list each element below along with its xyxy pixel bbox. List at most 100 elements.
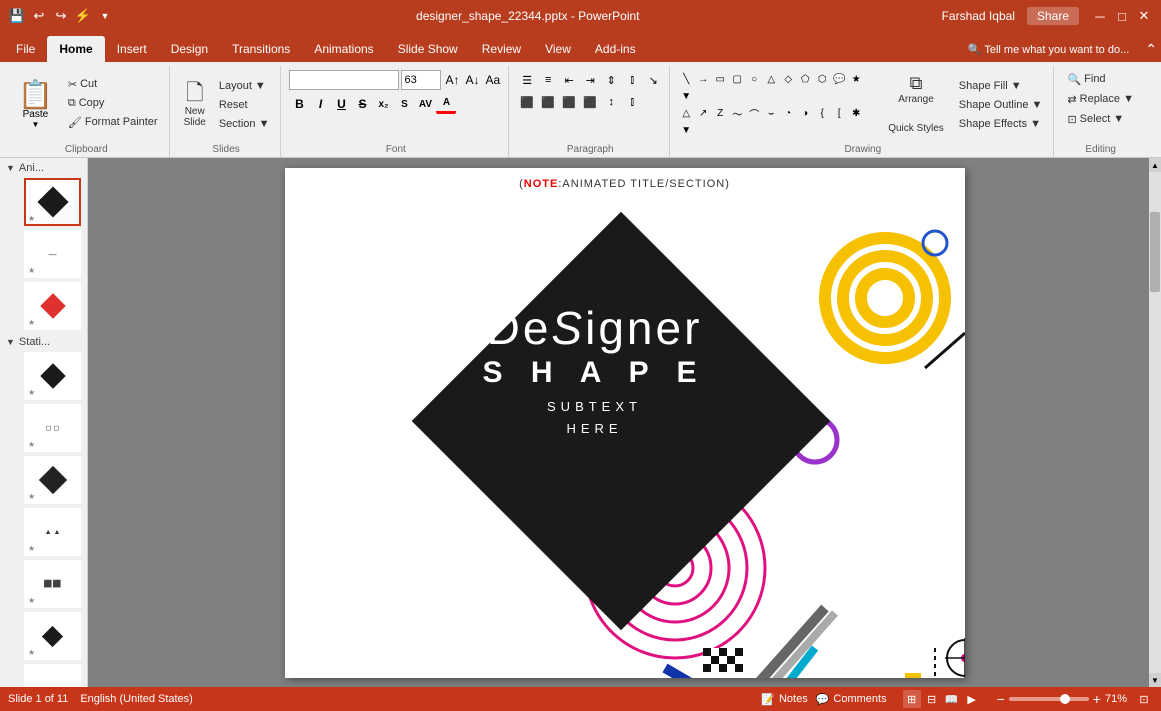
font-name-input[interactable] [289,70,399,90]
tab-animations[interactable]: Animations [302,36,385,62]
format-painter-button[interactable]: 🖌 Format Painter [63,113,163,131]
fit-window-button[interactable]: ⊡ [1135,690,1153,708]
shape-more-icon[interactable]: ▼ [678,89,694,105]
normal-view-button[interactable]: ⊞ [903,690,921,708]
user-name[interactable]: Farshad Iqbal [942,9,1015,23]
collapse-ribbon-icon[interactable]: ⌃ [1145,41,1157,58]
close-button[interactable]: ✕ [1135,7,1153,25]
tab-addins[interactable]: Add-ins [583,36,648,62]
italic-button[interactable]: I [310,94,330,114]
shape-triangle-icon[interactable]: △ [763,72,779,88]
slide-thumb-3[interactable]: ★ [24,282,81,330]
tab-slideshow[interactable]: Slide Show [386,36,470,62]
slide-thumb-1[interactable]: ★ [24,178,81,226]
help-search-icon[interactable]: 🔍 Tell me what you want to do... [968,43,1129,56]
shape-line-icon[interactable]: ╲ [678,72,694,88]
scroll-thumb[interactable] [1150,212,1160,292]
tab-review[interactable]: Review [470,36,533,62]
align-left-button[interactable]: ⬛ [517,92,537,112]
justify-button[interactable]: ⬛ [580,92,600,112]
section-stati[interactable]: ▼ Stati... [0,332,87,350]
shape-callout-icon[interactable]: 💬 [831,72,847,88]
shape-custom-icon[interactable]: ✱ [848,106,864,122]
shape-outline-button[interactable]: Shape Outline ▼ [954,96,1048,114]
paste-dropdown-icon[interactable]: ▼ [31,120,39,129]
minimize-button[interactable]: ─ [1091,7,1109,25]
align-center-button[interactable]: ⬛ [538,92,558,112]
shape-snake-icon[interactable]: 〜 [729,106,745,122]
slide-thumb-5[interactable]: ◻ ◻ ★ [24,404,81,452]
tab-design[interactable]: Design [159,36,220,62]
align-right-button[interactable]: ⬛ [559,92,579,112]
columns-button[interactable]: ⫾ [622,70,642,90]
subscript-button[interactable]: x₂ [373,94,393,114]
slide-thumb-10[interactable]: ═══ ★ [24,664,81,687]
save-icon[interactable]: 💾 [8,7,26,25]
shape-star-icon[interactable]: ★ [848,72,864,88]
text-direction-button[interactable]: ⇕ [601,70,621,90]
share-button[interactable]: Share [1027,7,1079,25]
redo-icon[interactable]: ↪ [52,7,70,25]
shape-arc-icon[interactable]: ⌣ [763,106,779,122]
slideshow-button[interactable]: ▶ [963,690,981,708]
tab-file[interactable]: File [4,36,47,62]
layout-button[interactable]: Layout ▼ [214,77,275,95]
slide-thumb-6[interactable]: ★ [24,456,81,504]
shape-fill-button[interactable]: Shape Fill ▼ [954,77,1048,95]
customize-icon[interactable]: ⚡ [74,7,92,25]
shape-brace-icon[interactable]: { [814,106,830,122]
find-button[interactable]: 🔍 Find [1062,70,1139,88]
slide-sorter-button[interactable]: ⊟ [923,690,941,708]
shape-oval-icon[interactable]: ○ [746,72,762,88]
shape-pie-icon[interactable]: ◔ [780,106,796,122]
slide-thumb-8[interactable]: ⬛⬛ ★ [24,560,81,608]
copy-button[interactable]: ⧉ Copy [63,94,163,112]
undo-icon[interactable]: ↩ [30,7,48,25]
tab-transitions[interactable]: Transitions [220,36,302,62]
zoom-in-button[interactable]: + [1093,691,1101,707]
slide-thumb-9[interactable]: ★ [24,612,81,660]
shape-iso-icon[interactable]: △ [678,106,694,122]
shape-chord-icon[interactable]: ◑ [797,106,813,122]
title-bar-right-controls[interactable]: Farshad Iqbal Share ─ □ ✕ [942,7,1153,25]
para-more-button[interactable]: ↘ [643,70,663,90]
col-button2[interactable]: ⫾ [622,92,642,112]
decrease-indent-button[interactable]: ⇤ [559,70,579,90]
new-slide-button[interactable]: 🗋 NewSlide [178,78,212,132]
font-spacing-button[interactable]: AV [415,94,435,114]
scroll-down-button[interactable]: ▼ [1149,673,1161,687]
increase-font-button[interactable]: A↑ [443,73,461,87]
section-ani[interactable]: ▼ Ani... [0,158,87,176]
slide-thumb-7[interactable]: ▲ ▲ ★ [24,508,81,556]
increase-indent-button[interactable]: ⇥ [580,70,600,90]
bullets-button[interactable]: ☰ [517,70,537,90]
zoom-level[interactable]: 71% [1105,693,1127,705]
reset-button[interactable]: Reset [214,96,275,114]
shadow-button[interactable]: S [394,94,414,114]
shape-z-icon[interactable]: Z [712,106,728,122]
replace-button[interactable]: ⇄ Replace ▼ [1062,90,1139,108]
shape-effects-button[interactable]: Shape Effects ▼ [954,115,1048,133]
shape-hexagon-icon[interactable]: ⬡ [814,72,830,88]
shape-pentagon-icon[interactable]: ⬠ [797,72,813,88]
paste-button[interactable]: 📋 Paste ▼ [10,75,61,135]
arrange-button[interactable]: ⧉ Arrange [892,67,940,112]
font-color-button[interactable]: A [436,94,456,114]
dropdown-icon[interactable]: ▼ [96,7,114,25]
shape-rect-icon[interactable]: ▭ [712,72,728,88]
zoom-out-button[interactable]: − [997,691,1005,707]
font-size-input[interactable] [401,70,441,90]
shape-bracket-icon[interactable]: [ [831,106,847,122]
shape-grid-more-icon[interactable]: ▼ [678,123,694,139]
shape-curve-icon[interactable]: ⌒ [746,106,762,122]
title-bar-left-controls[interactable]: 💾 ↩ ↪ ⚡ ▼ [8,7,114,25]
shape-rounded-icon[interactable]: ▢ [729,72,745,88]
tab-view[interactable]: View [533,36,583,62]
shape-bent-icon[interactable]: ↗ [695,106,711,122]
slide-thumb-2[interactable]: — ★ [24,230,81,278]
vertical-scrollbar[interactable]: ▲ ▼ [1149,158,1161,687]
slide-canvas[interactable]: (NOTE:ANIMATED TITLE/SECTION) ✕ [285,168,965,678]
line-spacing-button[interactable]: ↕ [601,92,621,112]
clear-format-button[interactable]: Aa [484,73,503,87]
shape-diamond-icon[interactable]: ◇ [780,72,796,88]
